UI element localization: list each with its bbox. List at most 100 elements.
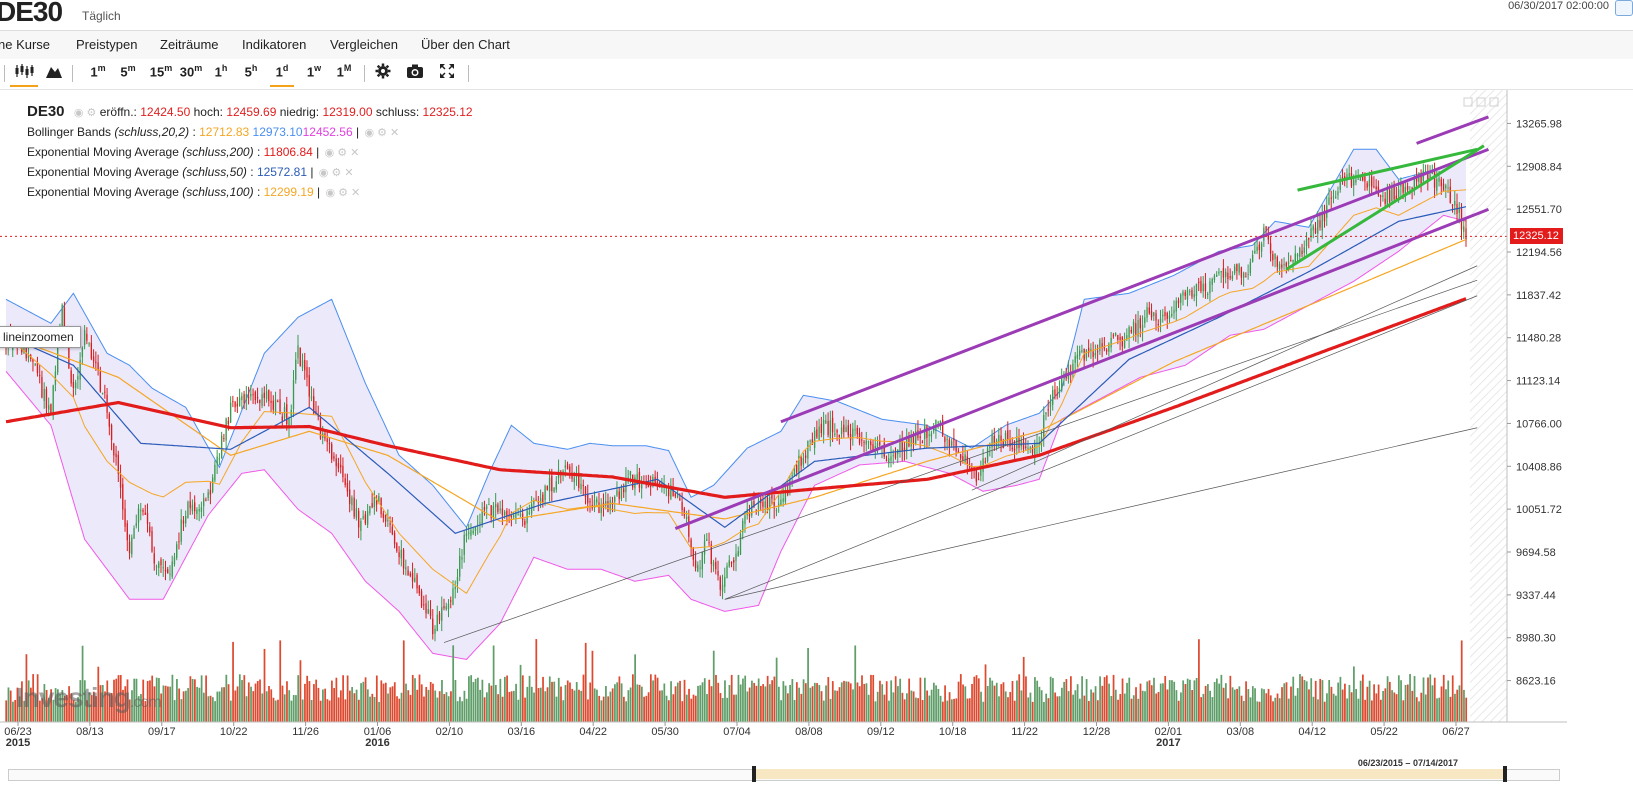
timeframe-1w[interactable]: 1w	[302, 63, 326, 85]
eye-icon[interactable]: ◉ ⚙ ✕	[319, 167, 354, 179]
timeframe-30m[interactable]: 30m	[176, 63, 206, 85]
volume-bar	[533, 692, 535, 722]
x-tick-label: 11/22	[1011, 726, 1038, 738]
menu-preistypen[interactable]: Preistypen	[76, 37, 137, 52]
volume-bar	[1233, 689, 1236, 722]
menu-indikatoren[interactable]: Indikatoren	[242, 37, 306, 52]
candle-body	[980, 469, 982, 476]
candle-body	[131, 537, 133, 555]
candle-body	[816, 429, 818, 438]
timeframe-1m[interactable]: 1m	[86, 63, 110, 85]
volume-bar	[1000, 684, 1003, 722]
volume-bar	[438, 691, 441, 722]
gear-icon[interactable]	[372, 63, 394, 85]
candle-body	[616, 490, 618, 496]
volume-bar	[742, 678, 744, 722]
x-tick-label: 08/08	[795, 726, 823, 738]
candle	[236, 396, 239, 414]
candle-body	[194, 502, 196, 512]
candle	[605, 491, 607, 510]
navigator-handle-left[interactable]	[752, 766, 756, 782]
candle-body	[867, 441, 870, 443]
volume-bar	[903, 699, 906, 722]
candle-body	[995, 440, 998, 448]
candle-body	[885, 459, 888, 462]
candle	[1312, 224, 1314, 239]
candle	[807, 440, 809, 467]
volume-bar	[1191, 690, 1194, 722]
candlestick-icon[interactable]	[10, 63, 38, 87]
candle-body	[1227, 272, 1229, 280]
candle-body	[636, 474, 638, 480]
candle-body	[1375, 186, 1377, 190]
menu-kurse[interactable]: ne Kurse	[0, 37, 50, 52]
candle-body	[1182, 291, 1184, 296]
candle	[391, 517, 394, 536]
volume-bar	[1056, 696, 1059, 722]
candle-body	[281, 416, 283, 421]
candle-body	[1020, 439, 1022, 447]
volume-bar	[1031, 701, 1034, 722]
candle	[196, 507, 198, 520]
volume-bar	[202, 692, 205, 722]
mountain-chart-icon[interactable]	[44, 63, 64, 85]
volume-bar	[692, 694, 695, 722]
candle-body	[1368, 179, 1371, 187]
candle-body	[400, 549, 402, 559]
timeframe-1h[interactable]: 1h	[210, 63, 232, 85]
candle-body	[649, 486, 652, 488]
volume-bar	[191, 678, 194, 722]
candle	[1224, 268, 1227, 284]
candle-body	[966, 456, 969, 465]
candle-body	[83, 330, 86, 345]
candle-body	[1379, 195, 1382, 197]
volume-bar	[915, 697, 917, 722]
timeframe-1M[interactable]: 1M	[332, 63, 356, 85]
candle	[1153, 311, 1155, 321]
volume-bar	[811, 686, 814, 722]
camera-icon[interactable]	[404, 63, 426, 85]
chart-datetime: 06/30/2017 02:00:00	[1508, 0, 1609, 12]
volume-bar	[387, 693, 389, 722]
navigator-window[interactable]	[755, 769, 1503, 779]
candle	[1245, 272, 1247, 278]
candle-body	[1155, 313, 1157, 321]
candle	[1442, 178, 1445, 192]
candle-body	[822, 420, 825, 435]
eye-icon[interactable]: ◉ ⚙	[74, 107, 97, 119]
candle	[1036, 433, 1038, 455]
candle	[1085, 348, 1088, 362]
menu-vergleichen[interactable]: Vergleichen	[330, 37, 398, 52]
candle-body	[443, 606, 445, 609]
candle	[447, 599, 450, 618]
candle	[818, 418, 820, 441]
volume-bar	[414, 678, 416, 722]
navigator-handle-right[interactable]	[1503, 766, 1507, 782]
volume-bar	[564, 685, 567, 722]
candle	[649, 475, 652, 496]
eye-icon[interactable]: ◉ ⚙ ✕	[364, 127, 399, 139]
timeframe-15m[interactable]: 15m	[146, 63, 176, 85]
timeframe-1d[interactable]: 1d	[270, 63, 294, 87]
legend-ema100-label: Exponential Moving Average	[27, 185, 179, 199]
candle-body	[402, 549, 405, 569]
candle	[710, 540, 712, 573]
volume-bar	[773, 676, 776, 722]
candle	[200, 501, 203, 519]
range-navigator[interactable]: 06/23/2015 – 07/14/2017	[0, 758, 1633, 812]
volume-bar	[1159, 683, 1162, 722]
candle-body	[1355, 179, 1357, 183]
share-icon[interactable]	[1615, 0, 1633, 16]
timeframe-5m[interactable]: 5m	[116, 63, 140, 85]
candle-body	[710, 544, 712, 565]
timeframe-5h[interactable]: 5h	[240, 63, 262, 85]
menu-ueber-den-chart[interactable]: Über den Chart	[421, 37, 510, 52]
fullscreen-icon[interactable]	[436, 63, 458, 85]
candle	[986, 445, 989, 463]
eye-icon[interactable]: ◉ ⚙ ✕	[325, 147, 360, 159]
candle	[950, 438, 953, 448]
candle-body	[1027, 447, 1029, 450]
eye-icon[interactable]: ◉ ⚙ ✕	[325, 187, 360, 199]
menu-zeitraeume[interactable]: Zeiträume	[160, 37, 219, 52]
volume-bar	[1292, 676, 1295, 722]
